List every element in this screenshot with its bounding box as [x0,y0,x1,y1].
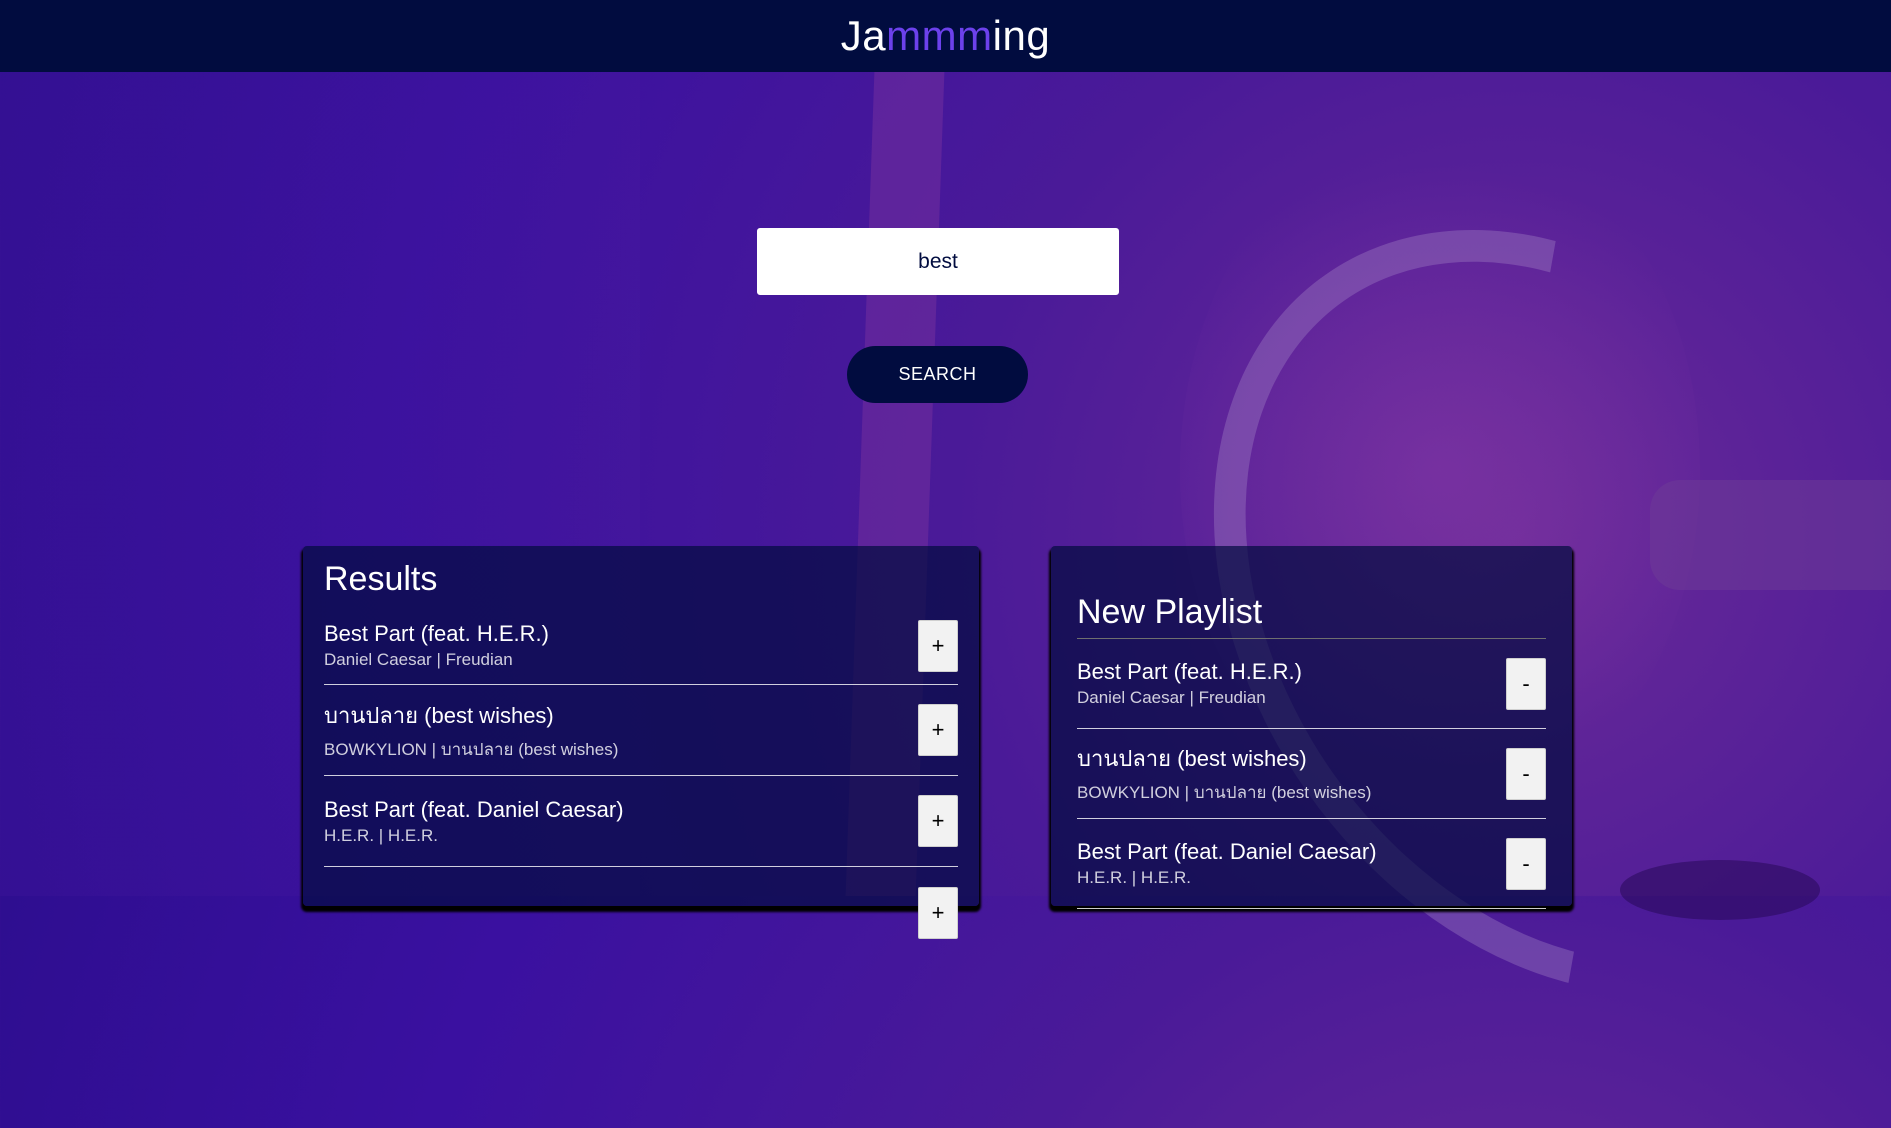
track-name: Best Part (feat. Daniel Caesar) [324,796,624,822]
track-artist-album: H.E.R. | H.E.R. [1077,868,1191,887]
track-artist-album: H.E.R. | H.E.R. [324,825,438,845]
remove-track-button[interactable]: - [1506,837,1546,890]
logo-prefix: Ja [840,12,887,59]
track-name: Best Part (feat. H.E.R.) [1077,659,1302,684]
playlist-track-list: Best Part (feat. H.E.R.) Daniel Caesar |… [1077,639,1546,909]
search-button[interactable]: SEARCH [847,346,1028,403]
track-name: Best Part (feat. H.E.R.) [324,621,549,646]
background-visor [1650,480,1891,590]
remove-track-button[interactable]: - [1506,657,1546,710]
track-artist-album: Daniel Caesar | Freudian [1077,688,1266,707]
track-info: บานปลาย (best wishes) BOWKYLION | บานปลา… [1077,741,1371,806]
list-item: Best Part (feat. H.E.R.) Daniel Caesar |… [324,607,958,685]
track-name: Best Part (feat. Daniel Caesar) [1077,839,1377,864]
list-item: + [324,867,958,958]
track-name: บานปลาย (best wishes) [1077,746,1307,771]
add-track-button[interactable]: + [918,795,958,847]
background-eye [1620,860,1820,920]
track-artist-album: BOWKYLION | บานปลาย (best wishes) [1077,783,1372,802]
app-logo: Jammming [841,12,1050,60]
track-info: Best Part (feat. Daniel Caesar) H.E.R. |… [1077,839,1377,888]
list-item: บานปลาย (best wishes) BOWKYLION | บานปลา… [1077,729,1546,819]
track-info: บานปลาย (best wishes) BOWKYLION | บานปลา… [324,698,618,763]
remove-track-button[interactable]: - [1506,747,1546,800]
playlist-panel: Best Part (feat. H.E.R.) Daniel Caesar |… [1051,546,1572,909]
results-track-list: Best Part (feat. H.E.R.) Daniel Caesar |… [324,607,958,958]
playlist-name-input[interactable] [1077,591,1546,639]
results-panel: Results Best Part (feat. H.E.R.) Daniel … [303,546,979,939]
track-info: Best Part (feat. Daniel Caesar) H.E.R. |… [324,797,624,846]
list-item: บานปลาย (best wishes) BOWKYLION | บานปลา… [324,685,958,776]
results-title: Results [324,560,438,598]
logo-suffix: ing [992,12,1051,59]
add-track-button[interactable]: + [918,704,958,756]
track-info: Best Part (feat. H.E.R.) Daniel Caesar |… [324,621,549,670]
track-artist-album: Daniel Caesar | Freudian [324,650,513,669]
add-track-button[interactable]: + [918,886,958,939]
search-input[interactable] [757,228,1119,295]
track-name: บานปลาย (best wishes) [324,702,554,728]
app-header: Jammming [0,0,1891,72]
track-info: Best Part (feat. H.E.R.) Daniel Caesar |… [1077,659,1302,708]
list-item: Best Part (feat. Daniel Caesar) H.E.R. |… [324,776,958,867]
add-track-button[interactable]: + [918,619,958,672]
logo-highlight: mmm [886,12,993,59]
track-artist-album: BOWKYLION | บานปลาย (best wishes) [324,739,619,759]
list-item: Best Part (feat. H.E.R.) Daniel Caesar |… [1077,639,1546,729]
